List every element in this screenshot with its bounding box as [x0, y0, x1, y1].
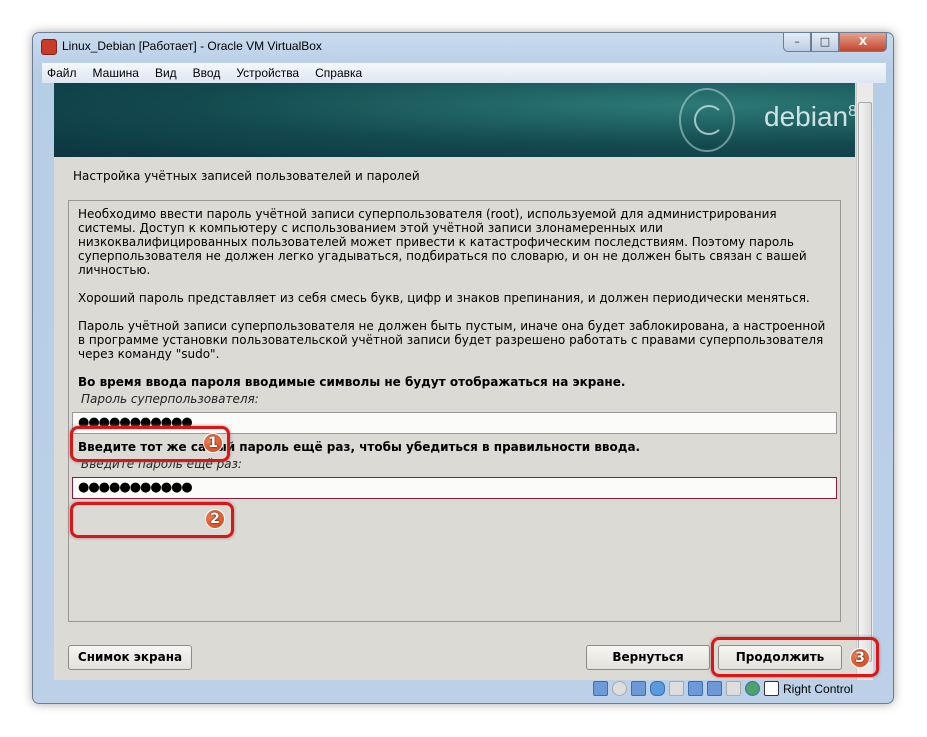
- virtualbox-icon: [41, 39, 57, 55]
- shared-folders-icon[interactable]: [669, 681, 684, 696]
- debian-banner: debian8: [54, 83, 857, 157]
- menu-bar: Файл Машина Вид Ввод Устройства Справка: [42, 63, 886, 83]
- video-capture-icon[interactable]: [707, 681, 722, 696]
- hard-disk-icon[interactable]: [593, 681, 608, 696]
- host-key-label: Right Control: [783, 681, 854, 696]
- minimize-button[interactable]: –: [783, 33, 811, 52]
- description-2: Хороший пароль представляет из себя смес…: [78, 291, 810, 305]
- back-button[interactable]: Вернуться: [586, 645, 710, 670]
- confirm-password-input[interactable]: ●●●●●●●●●●●: [72, 477, 837, 499]
- close-button[interactable]: X: [839, 33, 887, 52]
- menu-devices[interactable]: Устройства: [236, 66, 299, 80]
- marker-1: 1: [203, 433, 223, 453]
- description-1: Необходимо ввести пароль учётной записи …: [78, 207, 807, 277]
- debian-swirl-inner: [694, 105, 724, 135]
- window-title: Linux_Debian [Работает] - Oracle VM Virt…: [62, 39, 322, 53]
- screenshot-button[interactable]: Снимок экрана: [68, 645, 192, 670]
- password-prompt: Во время ввода пароля вводимые символы н…: [78, 375, 626, 389]
- marker-2: 2: [205, 509, 225, 529]
- vm-screen[interactable]: debian8 Настройка учётных записей пользо…: [54, 83, 857, 680]
- menu-view[interactable]: Вид: [155, 66, 177, 80]
- cpu-icon[interactable]: [726, 681, 741, 696]
- display-icon[interactable]: [688, 681, 703, 696]
- menu-help[interactable]: Справка: [315, 66, 362, 80]
- usb-icon[interactable]: [650, 681, 665, 696]
- page-title: Настройка учётных записей пользователей …: [73, 169, 420, 183]
- description-3: Пароль учётной записи суперпользователя …: [78, 319, 826, 361]
- maximize-button[interactable]: □: [811, 33, 839, 52]
- root-password-label: Пароль суперпользователя:: [81, 392, 259, 406]
- optical-drive-icon[interactable]: [612, 681, 627, 696]
- menu-file[interactable]: Файл: [47, 66, 77, 80]
- vertical-scrollbar[interactable]: [856, 83, 873, 680]
- virtualbox-window: Linux_Debian [Работает] - Oracle VM Virt…: [32, 32, 894, 704]
- mouse-integration-icon[interactable]: [745, 681, 760, 696]
- menu-input[interactable]: Ввод: [193, 66, 221, 80]
- keyboard-capture-icon[interactable]: [764, 681, 779, 696]
- network-icon[interactable]: [631, 681, 646, 696]
- scrollbar-thumb[interactable]: [858, 102, 872, 662]
- content-box: Необходимо ввести пароль учётной записи …: [68, 200, 841, 622]
- menu-machine[interactable]: Машина: [93, 66, 139, 80]
- debian-logo: debian8: [764, 101, 857, 132]
- marker-3: 3: [850, 648, 870, 668]
- status-bar: Right Control: [593, 681, 853, 696]
